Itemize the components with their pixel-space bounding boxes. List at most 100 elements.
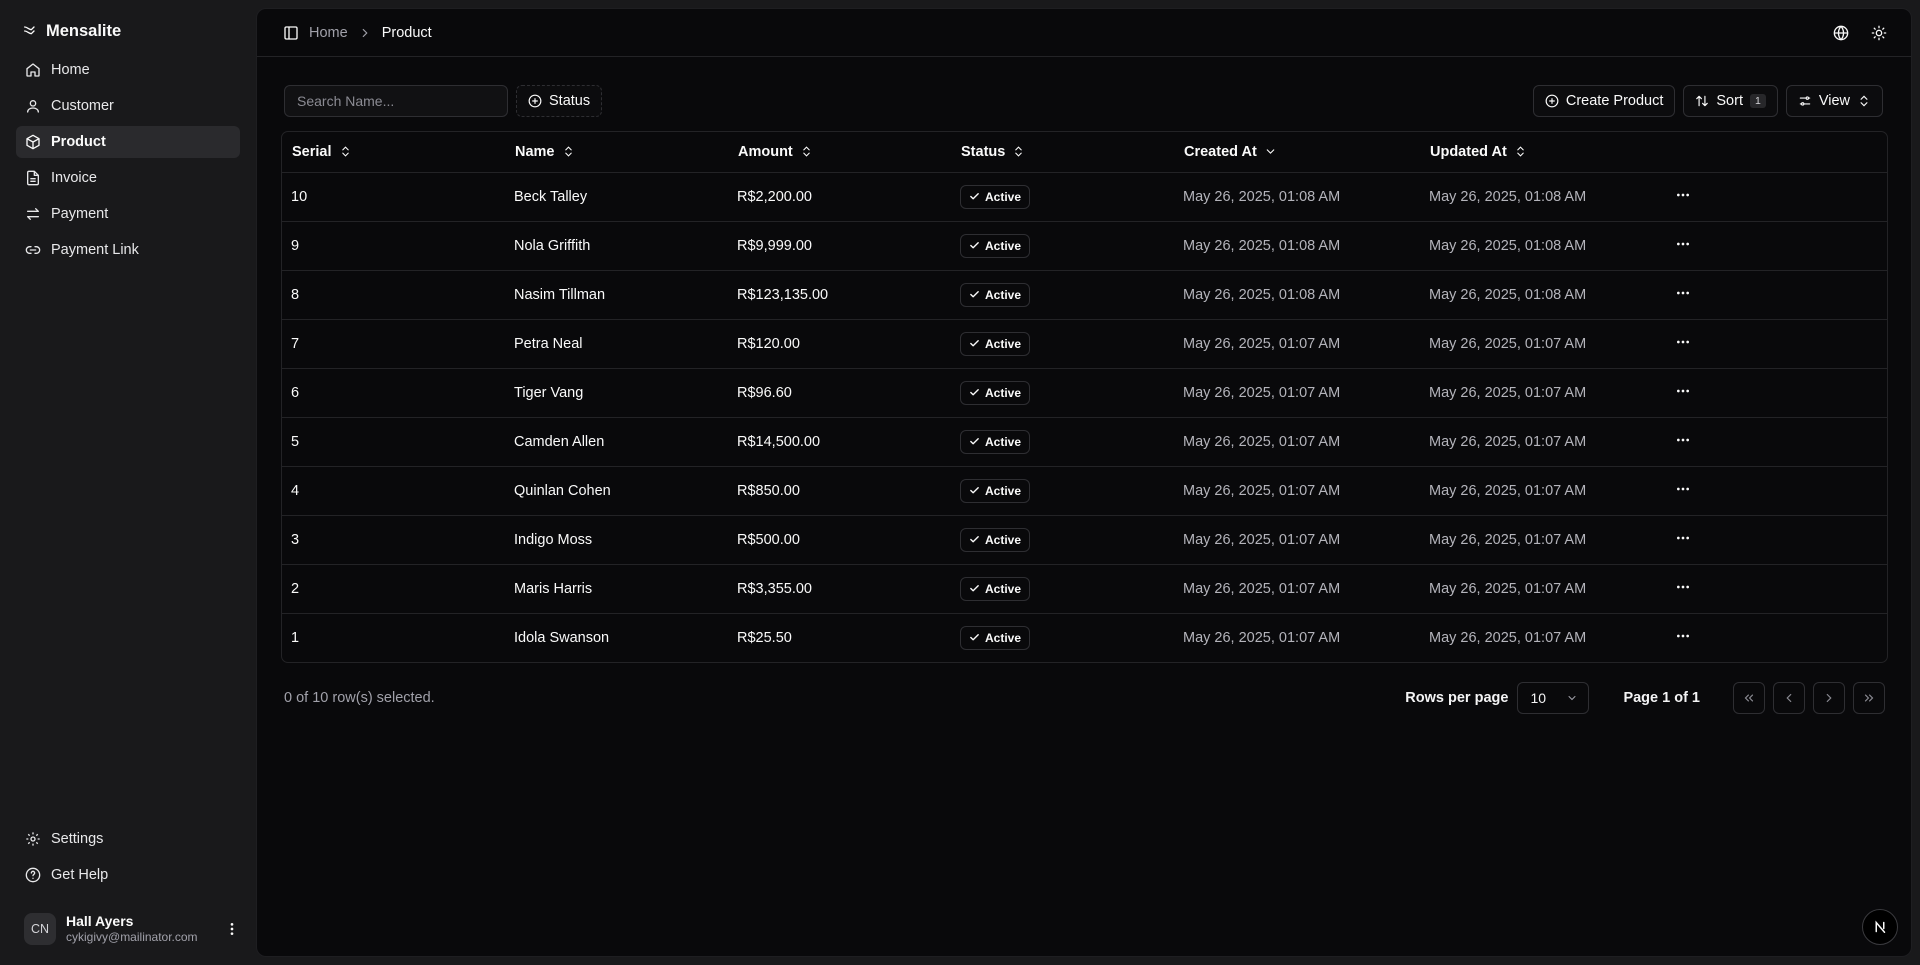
column-header-amount[interactable]: Amount [728,132,951,173]
row-actions-button[interactable] [1666,319,1887,369]
row-actions-button[interactable] [1666,172,1887,222]
sun-icon[interactable] [1871,25,1887,41]
check-icon [970,340,979,347]
column-header-updated-at[interactable]: Updated At [1420,132,1666,173]
column-header-actions [1666,132,1887,173]
status-badge: Active [960,429,1031,454]
status-filter-button[interactable]: Status [516,85,603,117]
next-page-button[interactable] [1813,682,1845,714]
cell-updated-at: May 26, 2025, 01:08 AM [1420,270,1666,320]
search-input[interactable] [284,85,508,117]
column-label: Created At [1184,143,1257,160]
status-label: Active [985,434,1022,449]
cell-amount: R$123,135.00 [728,270,951,320]
chevrons-up-down-icon [1517,146,1524,157]
cell-status: Active [951,319,1174,369]
table-footer: 0 of 10 row(s) selected. Rows per page 1… [284,682,1885,714]
table-row[interactable]: 2 Maris Harris R$3,355.00 Active May 26,… [282,564,1887,614]
cell-updated-at: May 26, 2025, 01:07 AM [1420,515,1666,565]
arrows-icon [27,208,39,220]
first-page-button[interactable] [1733,682,1765,714]
cell-status: Active [951,172,1174,222]
table-row[interactable]: 1 Idola Swanson R$25.50 Active May 26, 2… [282,613,1887,662]
column-header-name[interactable]: Name [505,132,728,173]
cell-updated-at: May 26, 2025, 01:07 AM [1420,466,1666,516]
column-header-serial[interactable]: Serial [282,132,505,173]
cell-serial: 7 [282,319,505,369]
table-row[interactable]: 4 Quinlan Cohen R$850.00 Active May 26, … [282,466,1887,516]
cell-status: Active [951,221,1174,271]
sidebar-item-get-help[interactable]: Get Help [16,859,240,891]
chevron-left-icon [1786,693,1792,703]
more-vertical-icon[interactable] [224,921,240,937]
row-actions-button[interactable] [1666,613,1887,662]
rows-per-page-select[interactable]: 10 [1517,682,1590,714]
check-icon [970,193,979,200]
sidebar-item-customer[interactable]: Customer [16,90,240,122]
cell-updated-at: May 26, 2025, 01:07 AM [1420,319,1666,369]
sidebar-toggle-icon[interactable] [283,25,299,41]
table-row[interactable]: 6 Tiger Vang R$96.60 Active May 26, 2025… [282,368,1887,418]
cell-created-at: May 26, 2025, 01:07 AM [1174,564,1420,614]
previous-page-button[interactable] [1773,682,1805,714]
sidebar-nav: Home Customer Product Invoice Payment Pa… [16,54,240,266]
sidebar-item-label: Get Help [51,867,109,883]
cell-created-at: May 26, 2025, 01:08 AM [1174,221,1420,271]
sidebar-item-payment-link[interactable]: Payment Link [16,234,240,266]
table-row[interactable]: 7 Petra Neal R$120.00 Active May 26, 202… [282,319,1887,369]
sidebar-item-home[interactable]: Home [16,54,240,86]
last-page-button[interactable] [1853,682,1885,714]
row-actions-button[interactable] [1666,417,1887,467]
cell-amount: R$2,200.00 [728,172,951,222]
cell-serial: 8 [282,270,505,320]
nextjs-dev-badge[interactable] [1862,909,1898,945]
sort-label: Sort [1716,93,1743,109]
table-row[interactable]: 3 Indigo Moss R$500.00 Active May 26, 20… [282,515,1887,565]
column-label: Amount [738,143,793,160]
table-row[interactable]: 10 Beck Talley R$2,200.00 Active May 26,… [282,172,1887,222]
row-actions-button[interactable] [1666,270,1887,320]
status-badge: Active [960,625,1031,650]
cell-updated-at: May 26, 2025, 01:08 AM [1420,172,1666,222]
chevrons-up-down-icon [341,146,349,157]
sidebar-item-label: Product [51,134,106,150]
table-row[interactable]: 8 Nasim Tillman R$123,135.00 Active May … [282,270,1887,320]
row-actions-button[interactable] [1666,221,1887,271]
plus-circle-icon [528,94,542,108]
sidebar-item-settings[interactable]: Settings [16,823,240,855]
column-header-created-at[interactable]: Created At [1174,132,1420,173]
sidebar-item-product[interactable]: Product [16,126,240,158]
more-horizontal-icon [1677,242,1689,245]
check-icon [970,438,979,445]
row-actions-button[interactable] [1666,466,1887,516]
sidebar-item-invoice[interactable]: Invoice [16,162,240,194]
more-horizontal-icon [1677,585,1689,588]
table-row[interactable]: 5 Camden Allen R$14,500.00 Active May 26… [282,417,1887,467]
sort-button[interactable]: Sort 1 [1683,85,1778,117]
globe-icon[interactable] [1833,25,1849,41]
avatar: CN [24,913,56,945]
view-button[interactable]: View [1785,85,1883,117]
status-badge: Active [960,478,1031,503]
row-actions-button[interactable] [1666,368,1887,418]
cell-name: Quinlan Cohen [505,466,728,516]
cell-name: Camden Allen [505,417,728,467]
table-row[interactable]: 9 Nola Griffith R$9,999.00 Active May 26… [282,221,1887,271]
brand[interactable]: Mensalite [16,16,240,46]
column-header-status[interactable]: Status [951,132,1174,173]
chevrons-right-icon [1864,694,1874,702]
cell-status: Active [951,613,1174,662]
row-actions-button[interactable] [1666,564,1887,614]
sidebar-item-payment[interactable]: Payment [16,198,240,230]
create-product-button[interactable]: Create Product [1532,85,1676,117]
cell-name: Tiger Vang [505,368,728,418]
topbar: Home Product [257,9,1911,57]
cell-serial: 2 [282,564,505,614]
check-icon [970,389,979,396]
user-menu[interactable]: CN Hall Ayers cykigivy@mailinator.com [16,907,240,951]
breadcrumb-home[interactable]: Home [309,25,348,41]
products-table: Serial Name Amount Status Created At Upd… [281,131,1888,663]
cell-amount: R$9,999.00 [728,221,951,271]
check-icon [970,242,979,249]
row-actions-button[interactable] [1666,515,1887,565]
